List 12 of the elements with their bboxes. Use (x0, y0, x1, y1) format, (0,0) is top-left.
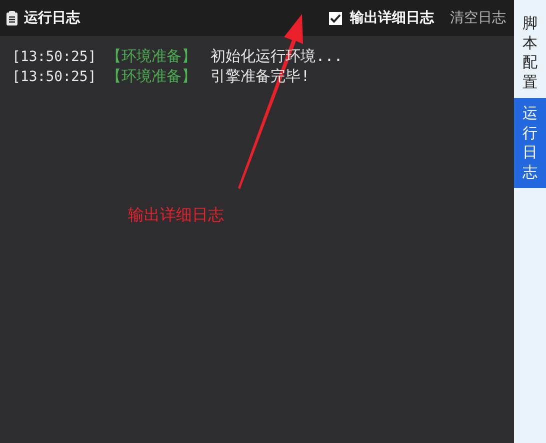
annotation-label: 输出详细日志 (128, 205, 224, 226)
panel-title: 运行日志 (24, 9, 80, 27)
clear-log-button[interactable]: 清空日志 (450, 9, 506, 27)
side-tab[interactable]: 脚本配置 (514, 8, 546, 98)
clipboard-icon (6, 10, 18, 26)
checkbox[interactable] (329, 12, 342, 24)
log-tag: 【环境准备】 (106, 47, 211, 66)
log-tag: 【环境准备】 (106, 67, 211, 86)
log-time: [13:50:25] (12, 49, 96, 65)
log-time: [13:50:25] (12, 69, 96, 85)
checkbox-label: 输出详细日志 (350, 9, 434, 27)
side-tab[interactable]: 运行日志 (514, 98, 546, 188)
